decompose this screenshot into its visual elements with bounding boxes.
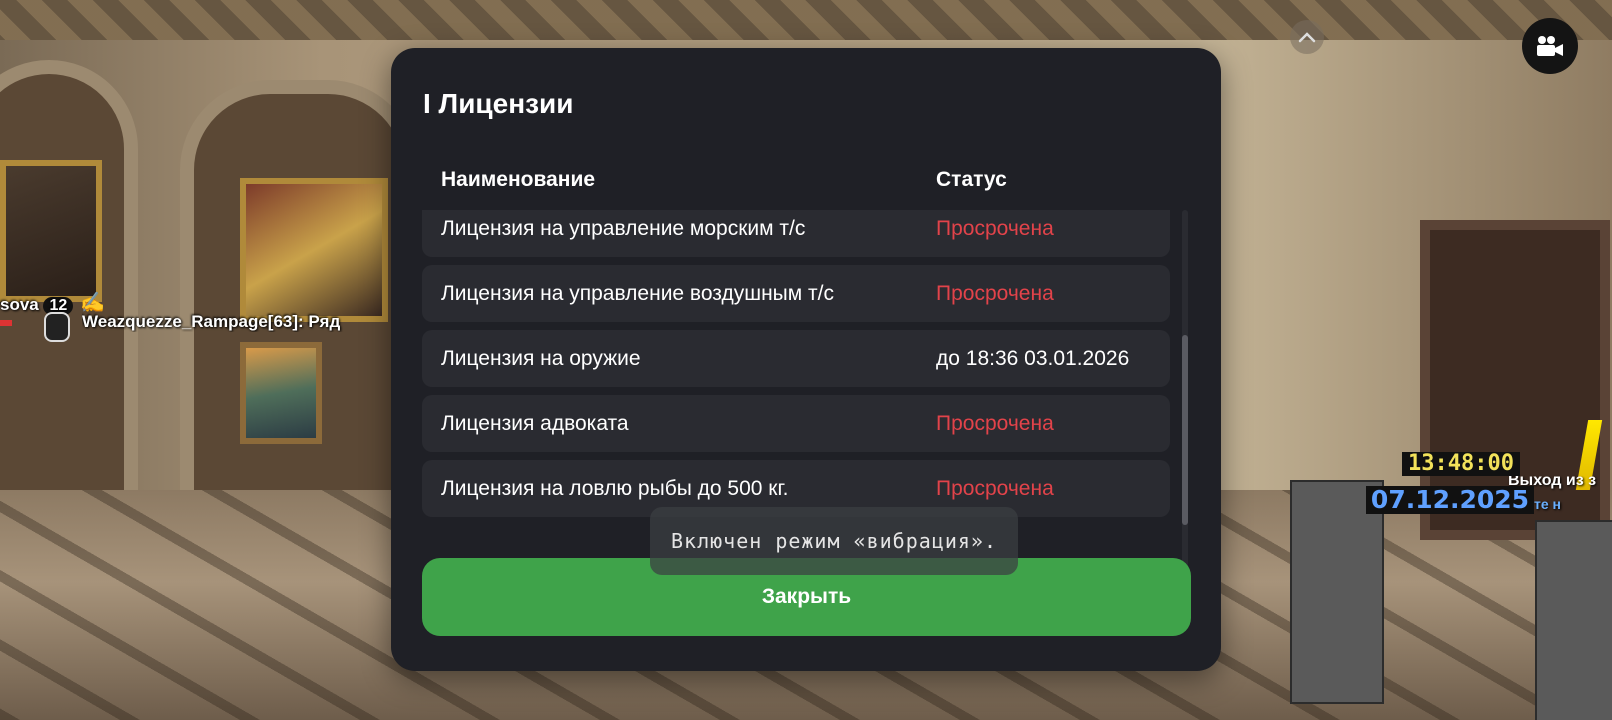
column-header-name: Наименование <box>441 168 596 191</box>
chevron-up-icon <box>1298 32 1316 43</box>
license-status: Просрочена <box>936 282 1054 305</box>
license-name: Лицензия на управление воздушным т/с <box>441 282 834 305</box>
license-status: Просрочена <box>936 477 1054 500</box>
scrollbar[interactable] <box>1182 210 1188 568</box>
hud-clock: 13:48:00 <box>1402 452 1520 476</box>
licenses-list[interactable]: Лицензия на управление морским т/с Просро… <box>422 210 1170 562</box>
license-name: Лицензия на управление морским т/с <box>441 217 806 240</box>
table-row: Лицензия на оружие до 18:36 03.01.2026 <box>422 330 1170 387</box>
table-row: Лицензия на управление воздушным т/с Прос… <box>422 265 1170 322</box>
license-status: Просрочена <box>936 412 1054 435</box>
table-header: Наименование Статус <box>441 168 1201 198</box>
close-button[interactable]: Закрыть <box>422 558 1191 636</box>
license-name: Лицензия на ловлю рыбы до 500 кг. <box>441 477 789 500</box>
license-status: Просрочена <box>936 217 1054 240</box>
license-name: Лицензия на оружие <box>441 347 641 370</box>
painting-landscape <box>240 342 322 444</box>
video-camera-icon <box>1537 36 1563 56</box>
camera-button[interactable] <box>1522 18 1578 74</box>
hud-date: 07.12.2025 <box>1366 486 1534 514</box>
player-name-text: sova <box>0 295 39 314</box>
license-name: Лицензия адвоката <box>441 412 629 435</box>
painting-left <box>0 160 102 302</box>
table-row: Лицензия на управление морским т/с Просро… <box>422 210 1170 257</box>
collapse-button[interactable] <box>1290 20 1324 54</box>
turnstile-2 <box>1535 520 1612 720</box>
licenses-dialog: I Лицензии Наименование Статус Лицензия … <box>391 48 1221 671</box>
chat-line: Weazquezze_Rampage[63]: Ряд <box>82 312 341 331</box>
exit-hint-sub: те н <box>1534 496 1561 512</box>
column-header-status: Статус <box>936 168 1007 191</box>
scrollbar-thumb[interactable] <box>1182 335 1188 525</box>
health-bar <box>0 320 12 326</box>
painting-portrait <box>240 178 388 322</box>
license-status: до 18:36 03.01.2026 <box>936 347 1130 370</box>
table-row: Лицензия адвоката Просрочена <box>422 395 1170 452</box>
microphone-icon <box>44 312 70 342</box>
dialog-title: I Лицензии <box>423 88 574 119</box>
table-row: Лицензия на ловлю рыбы до 500 кг. Просроч… <box>422 460 1170 517</box>
